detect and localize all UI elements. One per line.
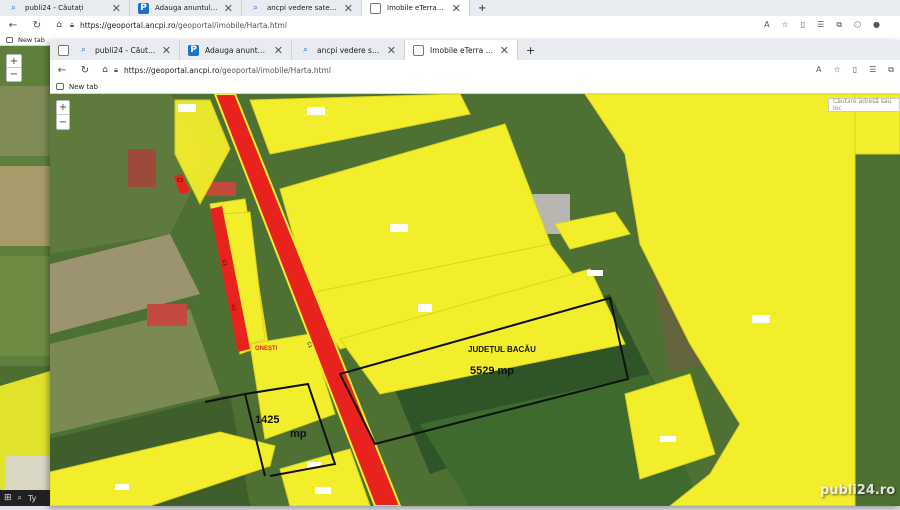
page-icon [370,3,381,14]
favorites-list-icon[interactable]: ☰ [817,20,824,30]
windows-taskbar: ⊞ ⌕ Ty [0,490,50,506]
new-tab-button[interactable]: + [470,0,490,16]
eterra-map-view[interactable]: JUDEȚUL BACĂU 5529 mp 1425 mp ONEȘTI C1 … [50,94,900,506]
watermark-bottom-right: publi24.ro [820,483,895,498]
search-icon: ⌕ [250,3,261,14]
tab-publi24-search[interactable]: ⌕ publi24 - Căutați ✕ [70,40,180,60]
close-icon[interactable]: ✕ [452,2,461,15]
back-button[interactable]: ← [50,65,74,76]
close-icon[interactable]: ✕ [344,2,353,15]
new-tab-button[interactable]: + [518,40,538,60]
tab-label: Adauga anuntul tau - Publi24 [155,4,218,12]
close-icon[interactable]: ✕ [274,44,283,57]
search-icon: ⌕ [78,45,89,56]
read-aloud-icon[interactable]: A [816,65,821,75]
search-icon: ⌕ [8,3,19,14]
close-icon[interactable]: ✕ [387,44,396,57]
reload-button[interactable]: ↻ [74,65,96,76]
page-icon [6,37,13,43]
url-host: https://geoportal.ancpi.ro [80,21,176,30]
close-icon[interactable]: ✕ [224,2,233,15]
favorites-list-icon[interactable]: ☰ [869,65,876,75]
tab-label: ancpi vedere satelit - Căutați [267,4,338,12]
home-icon[interactable]: ⌂ [96,65,114,75]
tab-label: publi24 - Căutați [95,46,156,55]
url-field[interactable]: 🔒︎ https://geoportal.ancpi.ro/geoportal/… [70,20,287,30]
map-zoom-control: + − [56,100,70,130]
taskbar-search-icon[interactable]: ⌕ [18,493,22,503]
tab-publi24-add-ad[interactable]: P Adauga anuntul tau - Publi24 ✕ [180,40,292,60]
publi24-logo-icon: P [188,45,199,56]
close-icon[interactable]: ✕ [500,44,509,57]
tab-label: Imobile eTerra - Public [430,46,494,55]
taskbar-search-hint[interactable]: Ty [28,494,36,503]
parcel-area-label-small-unit: mp [290,428,307,440]
tab-label: Imobile eTerra - Public [387,4,446,12]
lock-icon: 🔒︎ [114,65,118,75]
search-icon: ⌕ [300,45,311,56]
address-bar-row: ← ↻ ⌂ 🔒︎ https://geoportal.ancpi.ro/geop… [0,16,900,34]
road-code-label: C1 [177,178,183,184]
foreground-browser-window: ⌕ publi24 - Căutați ✕ P Adauga anuntul t… [50,40,900,506]
plus-icon: + [478,3,486,14]
tab-imobile-eterra[interactable]: Imobile eTerra - Public ✕ [405,40,518,60]
toolbar-icons: A ☆ ▯ ☰ ⧉ ⬡ ● [764,20,880,30]
read-aloud-icon[interactable]: A [764,20,769,30]
favorite-star-icon[interactable]: ☆ [782,20,789,30]
url-host: https://geoportal.ancpi.ro [124,66,220,75]
tab-label: ancpi vedere satelit - Căutați [317,46,381,55]
split-screen-icon[interactable]: ▯ [801,20,805,30]
zoom-in-button[interactable]: + [57,101,69,115]
url-path: /geoportal/imobile/Harta.html [176,21,287,30]
zoom-out-button[interactable]: − [57,115,69,129]
url-path: /geoportal/imobile/Harta.html [220,66,331,75]
split-screen-icon[interactable]: ▯ [853,65,857,75]
parcel-area-label-small-value: 1425 [255,414,279,426]
extensions-icon[interactable]: ⬡ [854,20,861,30]
toolbar-icons: A ☆ ▯ ☰ ⧉ [816,65,894,75]
address-bar-row: ← ↻ ⌂ 🔒︎ https://geoportal.ancpi.ro/geop… [50,60,900,80]
lock-icon: 🔒︎ [70,20,74,30]
tab-ancpi-search[interactable]: ⌕ ancpi vedere satelit - Căutați ✕ [292,40,405,60]
tab-actions-button[interactable] [50,40,70,60]
tab-strip: ⌕ publi24 - Căutați ✕ P Adauga anuntul t… [50,40,900,60]
profile-icon[interactable]: ● [873,20,880,30]
back-button[interactable]: ← [0,20,26,31]
windows-start-icon[interactable]: ⊞ [4,493,12,503]
zoom-out-button[interactable]: − [7,68,21,81]
tab-ancpi-search[interactable]: ⌕ ancpi vedere satelit - Căutați ✕ [242,0,362,16]
favorite-new-tab[interactable]: New tab [69,83,98,91]
plus-icon: + [526,44,535,57]
watermark-text: publi24.ro [820,483,895,498]
reload-button[interactable]: ↻ [26,20,48,31]
satellite-map [50,94,900,506]
publi24-logo-icon: P [138,3,149,14]
map-search-input[interactable]: Căutare adresă sau loc [828,98,900,112]
tab-label: Adauga anuntul tau - Publi24 [205,46,268,55]
county-label: JUDEȚUL BACĂU [468,345,536,354]
collections-icon[interactable]: ⧉ [888,65,894,75]
parcel-area-label-large: 5529 mp [470,365,514,377]
tab-actions-icon [58,45,69,56]
favorites-bar: New tab [50,80,900,94]
close-icon[interactable]: ✕ [162,44,171,57]
collections-icon[interactable]: ⧉ [836,20,842,30]
zoom-in-button[interactable]: + [7,55,21,68]
home-icon[interactable]: ⌂ [48,20,70,30]
url-field[interactable]: 🔒︎ https://geoportal.ancpi.ro/geoportal/… [114,65,331,75]
tab-strip: ⌕ publi24 - Căutați ✕ P Adauga anuntul t… [0,0,900,16]
tab-label: publi24 - Căutați [25,4,83,12]
page-icon [413,45,424,56]
tab-imobile-eterra[interactable]: Imobile eTerra - Public ✕ [362,0,470,16]
tab-publi24-add-ad[interactable]: P Adauga anuntul tau - Publi24 ✕ [130,0,242,16]
map-search-placeholder: Căutare adresă sau loc [833,98,899,112]
favorite-star-icon[interactable]: ☆ [834,65,841,75]
tab-publi24-search[interactable]: ⌕ publi24 - Căutați ✕ [0,0,130,16]
page-icon [56,83,64,90]
background-zoom-control: + − [6,54,22,82]
locality-label: ONEȘTI [255,346,277,352]
close-icon[interactable]: ✕ [112,2,121,15]
favorite-new-tab[interactable]: New tab [18,36,45,44]
